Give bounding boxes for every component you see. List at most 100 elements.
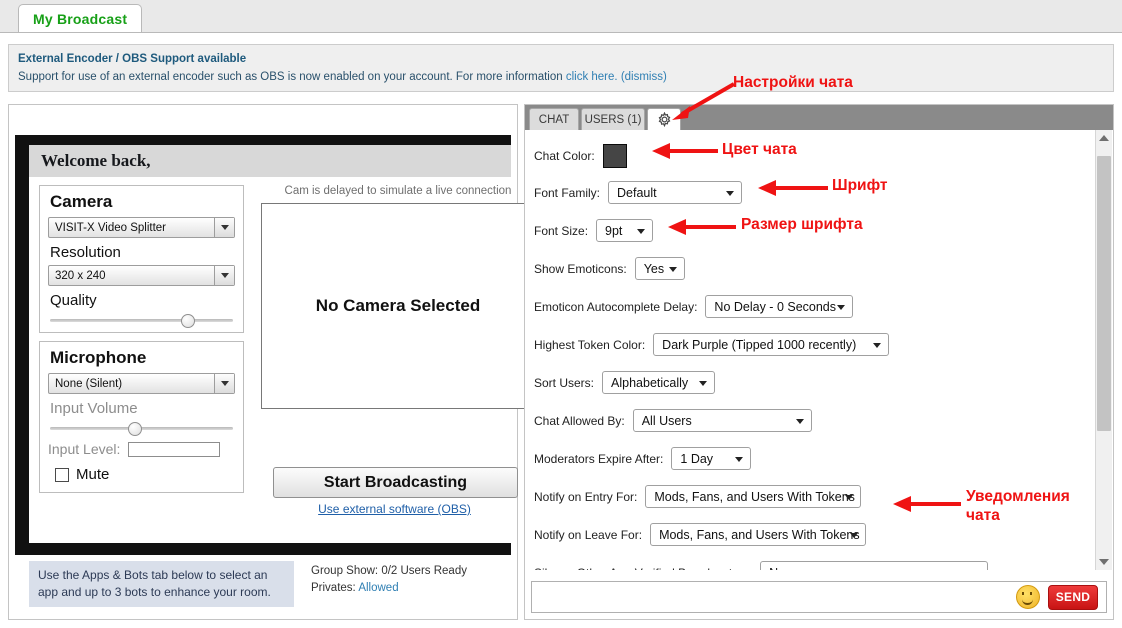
moderators-expire-value: 1 Day: [680, 452, 713, 466]
setting-chat-color-label: Chat Color:: [534, 149, 595, 163]
scroll-down-button[interactable]: [1096, 554, 1112, 570]
app-window: My Broadcast External Encoder / OBS Supp…: [0, 0, 1122, 628]
camera-preview: No Camera Selected: [261, 203, 535, 409]
camera-device-value: VISIT-X Video Splitter: [55, 222, 166, 234]
group-show-status: Group Show: 0/2 Users Ready: [311, 563, 467, 580]
group-show-info: Group Show: 0/2 Users Ready Privates: Al…: [311, 563, 467, 597]
tab-my-broadcast-label: My Broadcast: [33, 11, 127, 27]
font-family-select[interactable]: Default: [608, 181, 742, 204]
privates-value[interactable]: Allowed: [358, 582, 398, 594]
obs-notice-text: Support for use of an external encoder s…: [18, 71, 566, 83]
input-level-label: Input Level:: [48, 441, 120, 457]
setting-emoticon-delay: Emoticon Autocomplete Delay: No Delay - …: [534, 295, 853, 318]
start-broadcasting-label: Start Broadcasting: [324, 474, 467, 492]
chat-allowed-by-value: All Users: [642, 414, 692, 428]
obs-notice-banner: External Encoder / OBS Support available…: [8, 44, 1114, 92]
camera-device-select[interactable]: VISIT-X Video Splitter: [48, 217, 235, 238]
setting-font-size-label: Font Size:: [534, 224, 588, 238]
privates-label: Privates:: [311, 582, 358, 594]
obs-notice-link[interactable]: click here.: [566, 71, 618, 83]
mute-checkbox[interactable]: [55, 468, 69, 482]
setting-highest-token-color-label: Highest Token Color:: [534, 338, 645, 352]
setting-chat-allowed-by-label: Chat Allowed By:: [534, 414, 625, 428]
notify-entry-select[interactable]: Mods, Fans, and Users With Tokens: [645, 485, 861, 508]
quality-slider-track: [50, 319, 233, 322]
scroll-up-button[interactable]: [1096, 130, 1112, 146]
setting-notify-entry-label: Notify on Entry For:: [534, 490, 637, 504]
setting-font-family: Font Family: Default: [534, 181, 742, 204]
setting-silence-broadcasters: Silence Other Age-Verified Broadcasters:…: [534, 561, 988, 570]
input-volume-label: Input Volume: [50, 400, 235, 417]
notify-leave-select[interactable]: Mods, Fans, and Users With Tokens: [650, 523, 866, 546]
scrollbar-thumb[interactable]: [1097, 156, 1111, 431]
notify-entry-value: Mods, Fans, and Users With Tokens: [654, 490, 855, 504]
camera-settings-box: Camera VISIT-X Video Splitter Resolution…: [39, 185, 244, 333]
emoticon-picker-icon[interactable]: [1016, 585, 1040, 609]
setting-highest-token-color: Highest Token Color: Dark Purple (Tipped…: [534, 333, 889, 356]
tab-users[interactable]: USERS (1): [581, 108, 645, 130]
input-volume-slider-thumb[interactable]: [128, 422, 142, 436]
input-level-meter: [128, 442, 220, 457]
annotation-font-size: Размер шрифта: [741, 215, 863, 234]
input-volume-slider[interactable]: [50, 421, 233, 435]
moderators-expire-select[interactable]: 1 Day: [671, 447, 751, 470]
highest-token-color-select[interactable]: Dark Purple (Tipped 1000 recently): [653, 333, 889, 356]
setting-notify-entry: Notify on Entry For: Mods, Fans, and Use…: [534, 485, 861, 508]
setting-font-size: Font Size: 9pt: [534, 219, 653, 242]
sort-users-value: Alphabetically: [611, 376, 688, 390]
camera-preview-placeholder: No Camera Selected: [316, 296, 480, 316]
chat-message-input[interactable]: [532, 581, 1016, 613]
obs-notice-body: Support for use of an external encoder s…: [18, 69, 1104, 86]
microphone-title: Microphone: [50, 348, 235, 368]
send-button-label: SEND: [1056, 590, 1091, 604]
show-emoticons-value: Yes: [644, 262, 664, 276]
chat-settings-scrollbar[interactable]: [1095, 130, 1112, 570]
obs-notice-title: External Encoder / OBS Support available: [18, 51, 1104, 67]
annotation-arrow-chat-color: [648, 142, 720, 162]
camera-resolution-value: 320 x 240: [55, 270, 106, 282]
font-size-value: 9pt: [605, 224, 622, 238]
sort-users-select[interactable]: Alphabetically: [602, 371, 715, 394]
annotation-arrow-font: [754, 179, 830, 199]
start-broadcasting-button[interactable]: Start Broadcasting: [273, 467, 518, 498]
mute-row[interactable]: Mute: [48, 466, 235, 483]
input-level-row: Input Level:: [48, 441, 235, 457]
chevron-down-icon[interactable]: [214, 218, 234, 237]
camera-title: Camera: [50, 192, 235, 212]
use-external-software-link[interactable]: Use external software (OBS): [273, 502, 516, 516]
broadcast-panel: Welcome back, Camera VISIT-X Video Split…: [8, 104, 518, 620]
emoticon-delay-select[interactable]: No Delay - 0 Seconds: [705, 295, 853, 318]
font-size-select[interactable]: 9pt: [596, 219, 653, 242]
chat-tab-bar: CHAT USERS (1): [525, 105, 1113, 130]
notify-leave-value: Mods, Fans, and Users With Tokens: [659, 528, 860, 542]
annotation-arrow-chat-settings: [668, 80, 738, 122]
chevron-down-icon[interactable]: [214, 266, 234, 285]
microphone-device-value: None (Silent): [55, 378, 122, 390]
setting-show-emoticons: Show Emoticons: Yes: [534, 257, 685, 280]
send-button[interactable]: SEND: [1048, 585, 1098, 610]
emoticon-delay-value: No Delay - 0 Seconds: [714, 300, 836, 314]
tab-chat[interactable]: CHAT: [529, 108, 579, 130]
welcome-bar: Welcome back,: [29, 145, 511, 177]
microphone-device-select[interactable]: None (Silent): [48, 373, 235, 394]
annotation-arrow-notifications: [889, 495, 963, 515]
tab-chat-label: CHAT: [539, 114, 569, 126]
setting-notify-leave: Notify on Leave For: Mods, Fans, and Use…: [534, 523, 866, 546]
show-emoticons-select[interactable]: Yes: [635, 257, 685, 280]
broadcast-footer: Use the Apps & Bots tab below to select …: [15, 557, 511, 617]
font-family-value: Default: [617, 186, 657, 200]
obs-notice-dismiss[interactable]: (dismiss): [621, 71, 667, 83]
tab-my-broadcast[interactable]: My Broadcast: [18, 4, 142, 32]
camera-resolution-select[interactable]: 320 x 240: [48, 265, 235, 286]
annotation-arrow-font-size: [664, 218, 738, 238]
chat-allowed-by-select[interactable]: All Users: [633, 409, 812, 432]
quality-slider-thumb[interactable]: [181, 314, 195, 328]
annotation-notifications: Уведомления чата: [966, 487, 1070, 525]
setting-sort-users-label: Sort Users:: [534, 376, 594, 390]
welcome-text: Welcome back,: [41, 151, 151, 171]
chat-color-swatch[interactable]: [603, 144, 627, 168]
chevron-down-icon[interactable]: [214, 374, 234, 393]
quality-slider[interactable]: [50, 313, 233, 327]
setting-font-family-label: Font Family:: [534, 186, 600, 200]
silence-broadcasters-select[interactable]: No: [760, 561, 988, 570]
